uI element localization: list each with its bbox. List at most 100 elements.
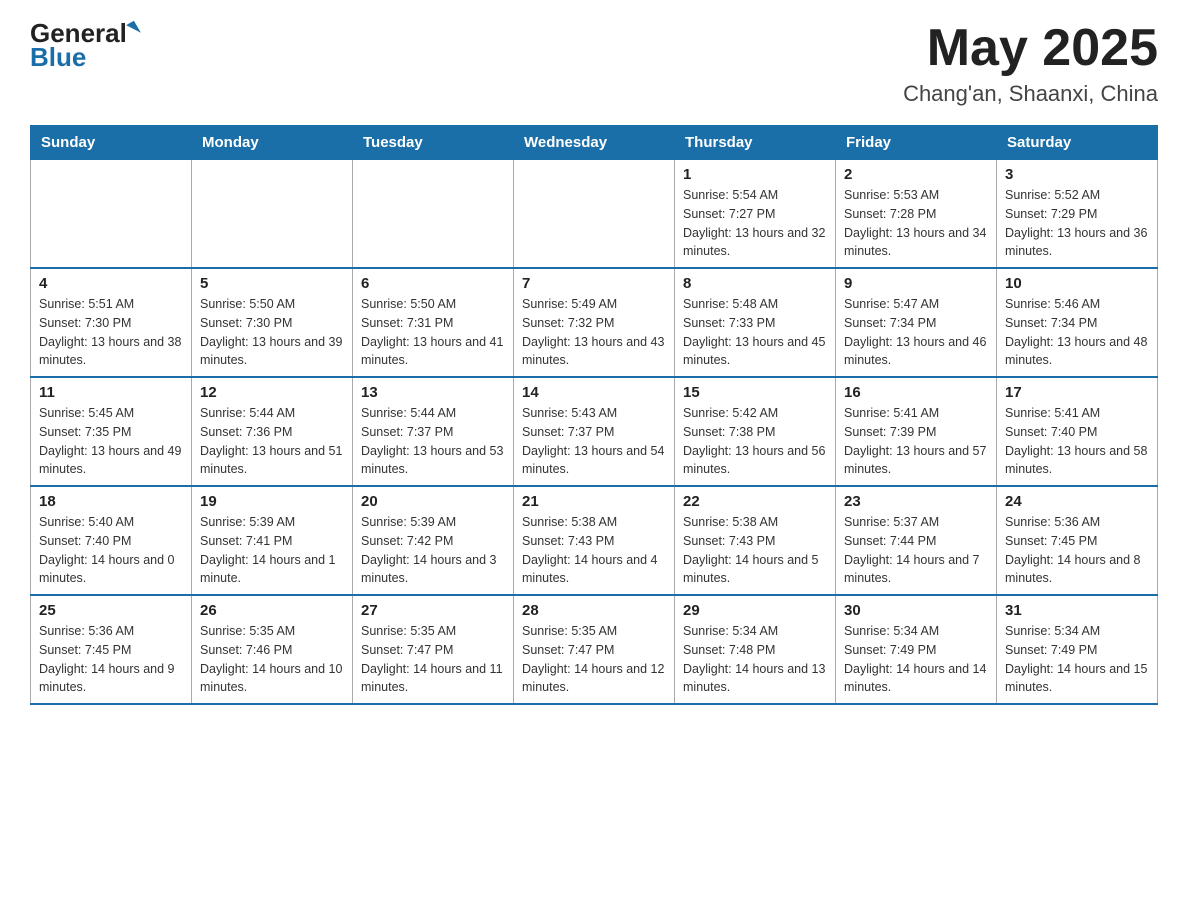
day-number: 14 [522, 384, 666, 401]
day-info: Sunrise: 5:48 AMSunset: 7:33 PMDaylight:… [683, 295, 827, 370]
day-number: 12 [200, 384, 344, 401]
calendar-cell: 16 Sunrise: 5:41 AMSunset: 7:39 PMDayligh… [836, 377, 997, 486]
logo-arrow-icon [126, 21, 141, 38]
day-info: Sunrise: 5:51 AMSunset: 7:30 PMDaylight:… [39, 295, 183, 370]
calendar-header-row: SundayMondayTuesdayWednesdayThursdayFrid… [31, 126, 1158, 160]
logo: General Blue [30, 20, 138, 70]
calendar-cell: 25 Sunrise: 5:36 AMSunset: 7:45 PMDayligh… [31, 595, 192, 704]
day-number: 13 [361, 384, 505, 401]
day-info: Sunrise: 5:37 AMSunset: 7:44 PMDaylight:… [844, 513, 988, 588]
calendar-cell: 5Sunrise: 5:50 AMSunset: 7:30 PMDaylight… [192, 268, 353, 377]
day-number: 6 [361, 275, 505, 292]
logo-blue-text: Blue [30, 44, 86, 70]
day-number: 9 [844, 275, 988, 292]
calendar-cell: 30Sunrise: 5:34 AMSunset: 7:49 PMDayligh… [836, 595, 997, 704]
calendar-header-sunday: Sunday [31, 126, 192, 160]
calendar-week-row: 18 Sunrise: 5:40 AMSunset: 7:40 PMDayligh… [31, 486, 1158, 595]
calendar-cell: 3 Sunrise: 5:52 AMSunset: 7:29 PMDaylight… [997, 160, 1158, 269]
day-number: 1 [683, 166, 827, 183]
calendar-week-row: 4 Sunrise: 5:51 AMSunset: 7:30 PMDaylight… [31, 268, 1158, 377]
calendar-cell: 2 Sunrise: 5:53 AMSunset: 7:28 PMDaylight… [836, 160, 997, 269]
calendar-cell: 4 Sunrise: 5:51 AMSunset: 7:30 PMDaylight… [31, 268, 192, 377]
calendar-cell: 12 Sunrise: 5:44 AMSunset: 7:36 PMDayligh… [192, 377, 353, 486]
day-info: Sunrise: 5:44 AMSunset: 7:37 PMDaylight:… [361, 404, 505, 479]
calendar-header-monday: Monday [192, 126, 353, 160]
calendar-header-thursday: Thursday [675, 126, 836, 160]
calendar-cell: 13 Sunrise: 5:44 AMSunset: 7:37 PMDayligh… [353, 377, 514, 486]
day-number: 17 [1005, 384, 1149, 401]
day-info: Sunrise: 5:41 AMSunset: 7:40 PMDaylight:… [1005, 404, 1149, 479]
calendar-cell: 28 Sunrise: 5:35 AMSunset: 7:47 PMDayligh… [514, 595, 675, 704]
day-number: 4 [39, 275, 183, 292]
day-number: 19 [200, 493, 344, 510]
calendar-header-wednesday: Wednesday [514, 126, 675, 160]
calendar-cell: 26 Sunrise: 5:35 AMSunset: 7:46 PMDayligh… [192, 595, 353, 704]
day-info: Sunrise: 5:41 AMSunset: 7:39 PMDaylight:… [844, 404, 988, 479]
calendar-cell: 23 Sunrise: 5:37 AMSunset: 7:44 PMDayligh… [836, 486, 997, 595]
calendar-cell: 31Sunrise: 5:34 AMSunset: 7:49 PMDayligh… [997, 595, 1158, 704]
page-header: General Blue May 2025 Chang'an, Shaanxi,… [30, 20, 1158, 107]
calendar-cell: 27Sunrise: 5:35 AMSunset: 7:47 PMDayligh… [353, 595, 514, 704]
calendar-cell: 17 Sunrise: 5:41 AMSunset: 7:40 PMDayligh… [997, 377, 1158, 486]
page-subtitle: Chang'an, Shaanxi, China [903, 81, 1158, 107]
calendar-cell: 19 Sunrise: 5:39 AMSunset: 7:41 PMDayligh… [192, 486, 353, 595]
calendar-cell: 20Sunrise: 5:39 AMSunset: 7:42 PMDayligh… [353, 486, 514, 595]
day-info: Sunrise: 5:40 AMSunset: 7:40 PMDaylight:… [39, 513, 183, 588]
day-info: Sunrise: 5:36 AMSunset: 7:45 PMDaylight:… [1005, 513, 1149, 588]
day-number: 7 [522, 275, 666, 292]
day-info: Sunrise: 5:50 AMSunset: 7:30 PMDaylight:… [200, 295, 344, 370]
calendar-cell: 21 Sunrise: 5:38 AMSunset: 7:43 PMDayligh… [514, 486, 675, 595]
calendar-cell: 6 Sunrise: 5:50 AMSunset: 7:31 PMDaylight… [353, 268, 514, 377]
calendar-table: SundayMondayTuesdayWednesdayThursdayFrid… [30, 125, 1158, 705]
day-number: 24 [1005, 493, 1149, 510]
day-number: 2 [844, 166, 988, 183]
day-number: 16 [844, 384, 988, 401]
day-number: 25 [39, 602, 183, 619]
calendar-cell: 7Sunrise: 5:49 AMSunset: 7:32 PMDaylight… [514, 268, 675, 377]
day-number: 26 [200, 602, 344, 619]
day-info: Sunrise: 5:53 AMSunset: 7:28 PMDaylight:… [844, 186, 988, 261]
day-info: Sunrise: 5:47 AMSunset: 7:34 PMDaylight:… [844, 295, 988, 370]
calendar-header-friday: Friday [836, 126, 997, 160]
calendar-cell: 9 Sunrise: 5:47 AMSunset: 7:34 PMDaylight… [836, 268, 997, 377]
calendar-cell: 29Sunrise: 5:34 AMSunset: 7:48 PMDayligh… [675, 595, 836, 704]
calendar-cell: 18 Sunrise: 5:40 AMSunset: 7:40 PMDayligh… [31, 486, 192, 595]
calendar-cell: 24 Sunrise: 5:36 AMSunset: 7:45 PMDayligh… [997, 486, 1158, 595]
day-info: Sunrise: 5:38 AMSunset: 7:43 PMDaylight:… [522, 513, 666, 588]
calendar-cell [353, 160, 514, 269]
calendar-week-row: 25 Sunrise: 5:36 AMSunset: 7:45 PMDayligh… [31, 595, 1158, 704]
day-info: Sunrise: 5:46 AMSunset: 7:34 PMDaylight:… [1005, 295, 1149, 370]
calendar-cell: 11Sunrise: 5:45 AMSunset: 7:35 PMDayligh… [31, 377, 192, 486]
day-number: 10 [1005, 275, 1149, 292]
day-number: 28 [522, 602, 666, 619]
day-info: Sunrise: 5:50 AMSunset: 7:31 PMDaylight:… [361, 295, 505, 370]
day-number: 8 [683, 275, 827, 292]
calendar-cell: 8 Sunrise: 5:48 AMSunset: 7:33 PMDaylight… [675, 268, 836, 377]
calendar-cell [192, 160, 353, 269]
calendar-cell [31, 160, 192, 269]
day-number: 21 [522, 493, 666, 510]
day-info: Sunrise: 5:44 AMSunset: 7:36 PMDaylight:… [200, 404, 344, 479]
day-info: Sunrise: 5:38 AMSunset: 7:43 PMDaylight:… [683, 513, 827, 588]
day-number: 18 [39, 493, 183, 510]
day-number: 15 [683, 384, 827, 401]
calendar-cell: 1 Sunrise: 5:54 AMSunset: 7:27 PMDaylight… [675, 160, 836, 269]
day-info: Sunrise: 5:52 AMSunset: 7:29 PMDaylight:… [1005, 186, 1149, 261]
title-block: May 2025 Chang'an, Shaanxi, China [903, 20, 1158, 107]
day-number: 31 [1005, 602, 1149, 619]
day-number: 3 [1005, 166, 1149, 183]
calendar-cell: 10 Sunrise: 5:46 AMSunset: 7:34 PMDayligh… [997, 268, 1158, 377]
day-info: Sunrise: 5:39 AMSunset: 7:41 PMDaylight:… [200, 513, 344, 588]
day-number: 23 [844, 493, 988, 510]
calendar-cell: 14 Sunrise: 5:43 AMSunset: 7:37 PMDayligh… [514, 377, 675, 486]
day-info: Sunrise: 5:43 AMSunset: 7:37 PMDaylight:… [522, 404, 666, 479]
calendar-header-saturday: Saturday [997, 126, 1158, 160]
calendar-cell: 22Sunrise: 5:38 AMSunset: 7:43 PMDayligh… [675, 486, 836, 595]
day-info: Sunrise: 5:36 AMSunset: 7:45 PMDaylight:… [39, 622, 183, 697]
day-number: 20 [361, 493, 505, 510]
day-info: Sunrise: 5:35 AMSunset: 7:47 PMDaylight:… [522, 622, 666, 697]
day-info: Sunrise: 5:35 AMSunset: 7:46 PMDaylight:… [200, 622, 344, 697]
day-info: Sunrise: 5:54 AMSunset: 7:27 PMDaylight:… [683, 186, 827, 261]
day-number: 29 [683, 602, 827, 619]
day-info: Sunrise: 5:34 AMSunset: 7:49 PMDaylight:… [844, 622, 988, 697]
